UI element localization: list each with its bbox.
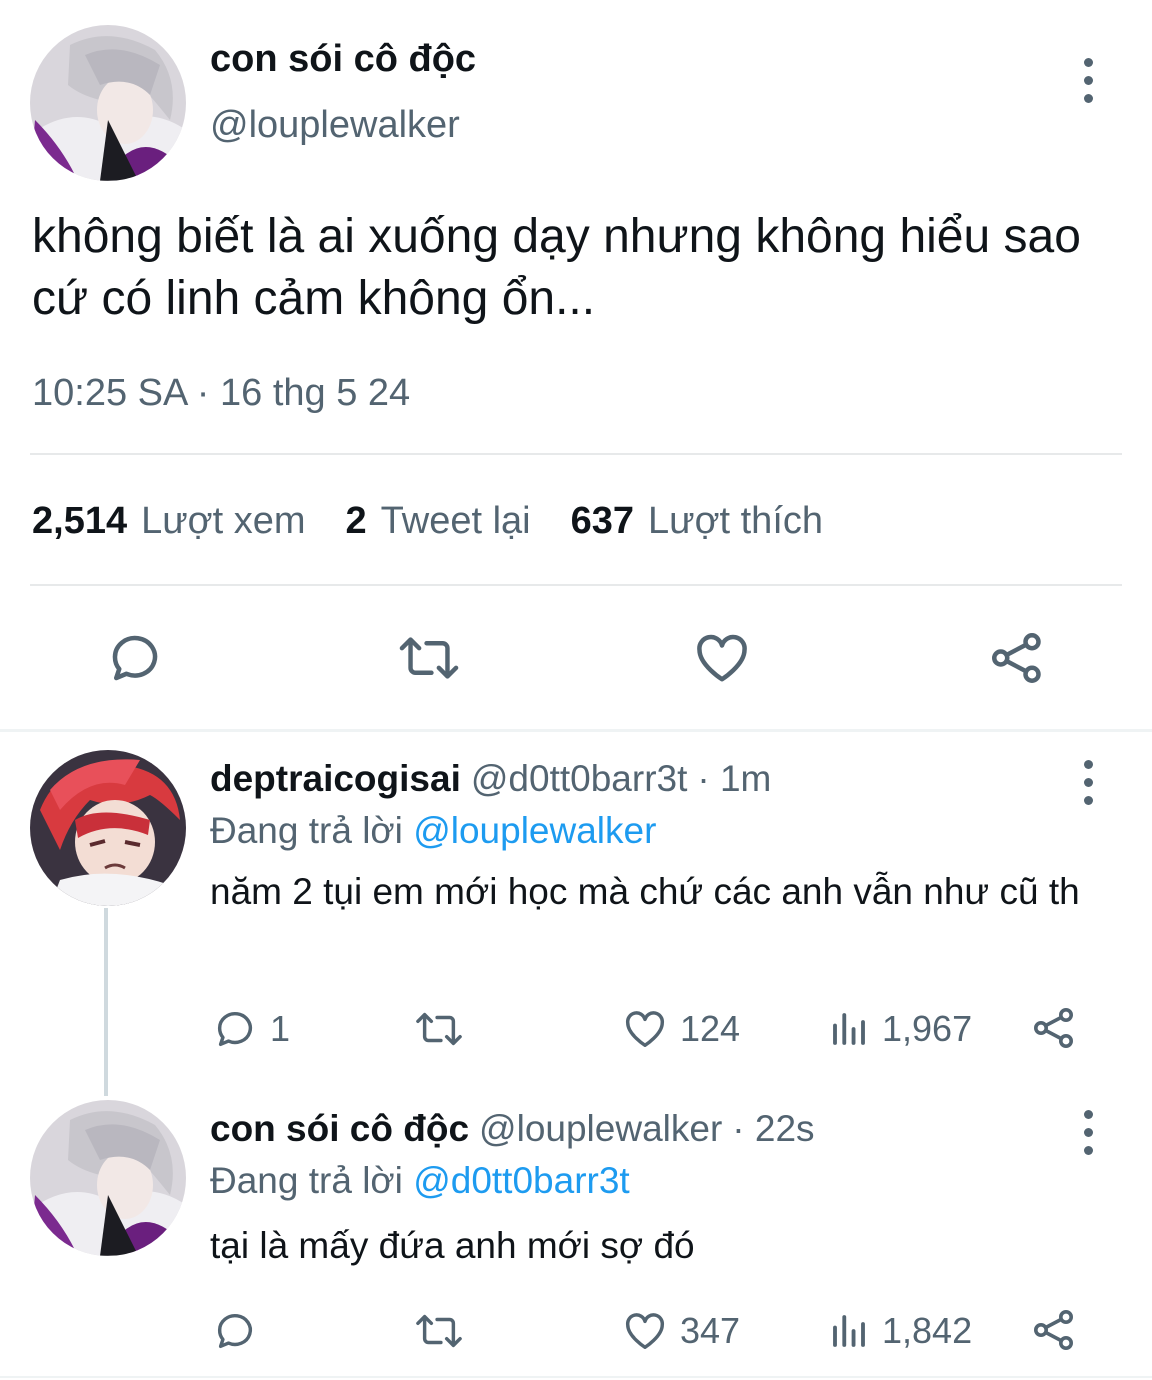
like-icon <box>626 1313 664 1350</box>
retweet-icon <box>416 1314 462 1348</box>
author-name[interactable]: deptraicogisai <box>210 758 461 799</box>
avatar[interactable] <box>30 750 186 906</box>
share-icon <box>1034 1310 1073 1350</box>
views-action[interactable]: 1,967 <box>828 1006 972 1052</box>
view-count: 1,967 <box>882 1008 973 1049</box>
reply-text: năm 2 tụi em mới học mà chứ các anh vẫn … <box>210 871 1080 912</box>
reply-header: con sói cô độc @louplewalker · 22s <box>210 1108 815 1150</box>
view-count: 1,842 <box>882 1310 973 1351</box>
views-action[interactable]: 1,842 <box>828 1308 972 1354</box>
divider <box>30 453 1122 455</box>
like-action[interactable]: 347 <box>622 1308 740 1354</box>
replying-to-link[interactable]: @louplewalker <box>413 810 656 851</box>
like-count: 124 <box>680 1008 741 1049</box>
thread-connector <box>104 908 108 1096</box>
retweet-icon[interactable] <box>397 628 461 693</box>
stat-retweets[interactable]: 2 Tweet lại <box>346 500 531 543</box>
share-icon <box>1034 1008 1073 1048</box>
stat-views[interactable]: 2,514 Lượt xem <box>32 500 306 543</box>
replying-to: Đang trả lời @louplewalker <box>210 810 657 851</box>
like-icon <box>626 1011 664 1048</box>
section-separator <box>0 729 1152 732</box>
reply-icon[interactable] <box>105 628 165 693</box>
reply-header: deptraicogisai @d0tt0barr3t · 1m <box>210 758 771 800</box>
more-options-icon[interactable] <box>1078 1110 1098 1155</box>
reply-action[interactable] <box>212 1308 270 1354</box>
share-action[interactable] <box>1030 1306 1078 1354</box>
like-icon[interactable] <box>692 628 752 693</box>
author-handle[interactable]: @d0tt0barr3t <box>471 758 688 799</box>
author-handle[interactable]: @louplewalker <box>479 1108 722 1149</box>
author-name[interactable]: con sói cô độc <box>210 38 476 81</box>
retweet-icon <box>416 1012 462 1046</box>
divider <box>30 584 1122 586</box>
views-icon <box>833 1315 865 1347</box>
replying-to: Đang trả lời @d0tt0barr3t <box>210 1160 630 1201</box>
tweet-text: không biết là ai xuống dạy nhưng không h… <box>32 210 1081 325</box>
like-action[interactable]: 124 <box>622 1006 740 1052</box>
replying-to-link[interactable]: @d0tt0barr3t <box>413 1160 630 1201</box>
reply-count: 1 <box>270 1008 291 1049</box>
reply-time[interactable]: · 1m <box>697 758 771 799</box>
reply-text: tại là mấy đứa anh mới sợ đó <box>210 1225 695 1266</box>
tweet-stats: 2,514 Lượt xem 2 Tweet lại 637 Lượt thích <box>32 500 863 543</box>
retweet-action[interactable] <box>413 1308 477 1354</box>
section-separator <box>0 1376 1152 1378</box>
share-action[interactable] <box>1030 1004 1078 1052</box>
avatar[interactable] <box>30 25 186 181</box>
more-options-icon[interactable] <box>1078 760 1098 805</box>
stat-likes[interactable]: 637 Lượt thích <box>571 500 823 543</box>
views-icon <box>833 1013 865 1045</box>
tweet-timestamp[interactable]: 10:25 SA · 16 thg 5 24 <box>32 372 410 415</box>
reply-time[interactable]: · 22s <box>732 1108 814 1149</box>
like-count: 347 <box>680 1310 741 1351</box>
reply-action[interactable]: 1 <box>212 1006 290 1052</box>
retweet-action[interactable] <box>413 1006 477 1052</box>
author-handle[interactable]: @louplewalker <box>210 104 460 147</box>
more-options-icon[interactable] <box>1078 58 1098 103</box>
author-name[interactable]: con sói cô độc <box>210 1108 469 1149</box>
avatar[interactable] <box>30 1100 186 1256</box>
reply-icon <box>217 1314 253 1349</box>
reply-icon <box>217 1012 253 1047</box>
share-icon[interactable] <box>987 628 1047 693</box>
